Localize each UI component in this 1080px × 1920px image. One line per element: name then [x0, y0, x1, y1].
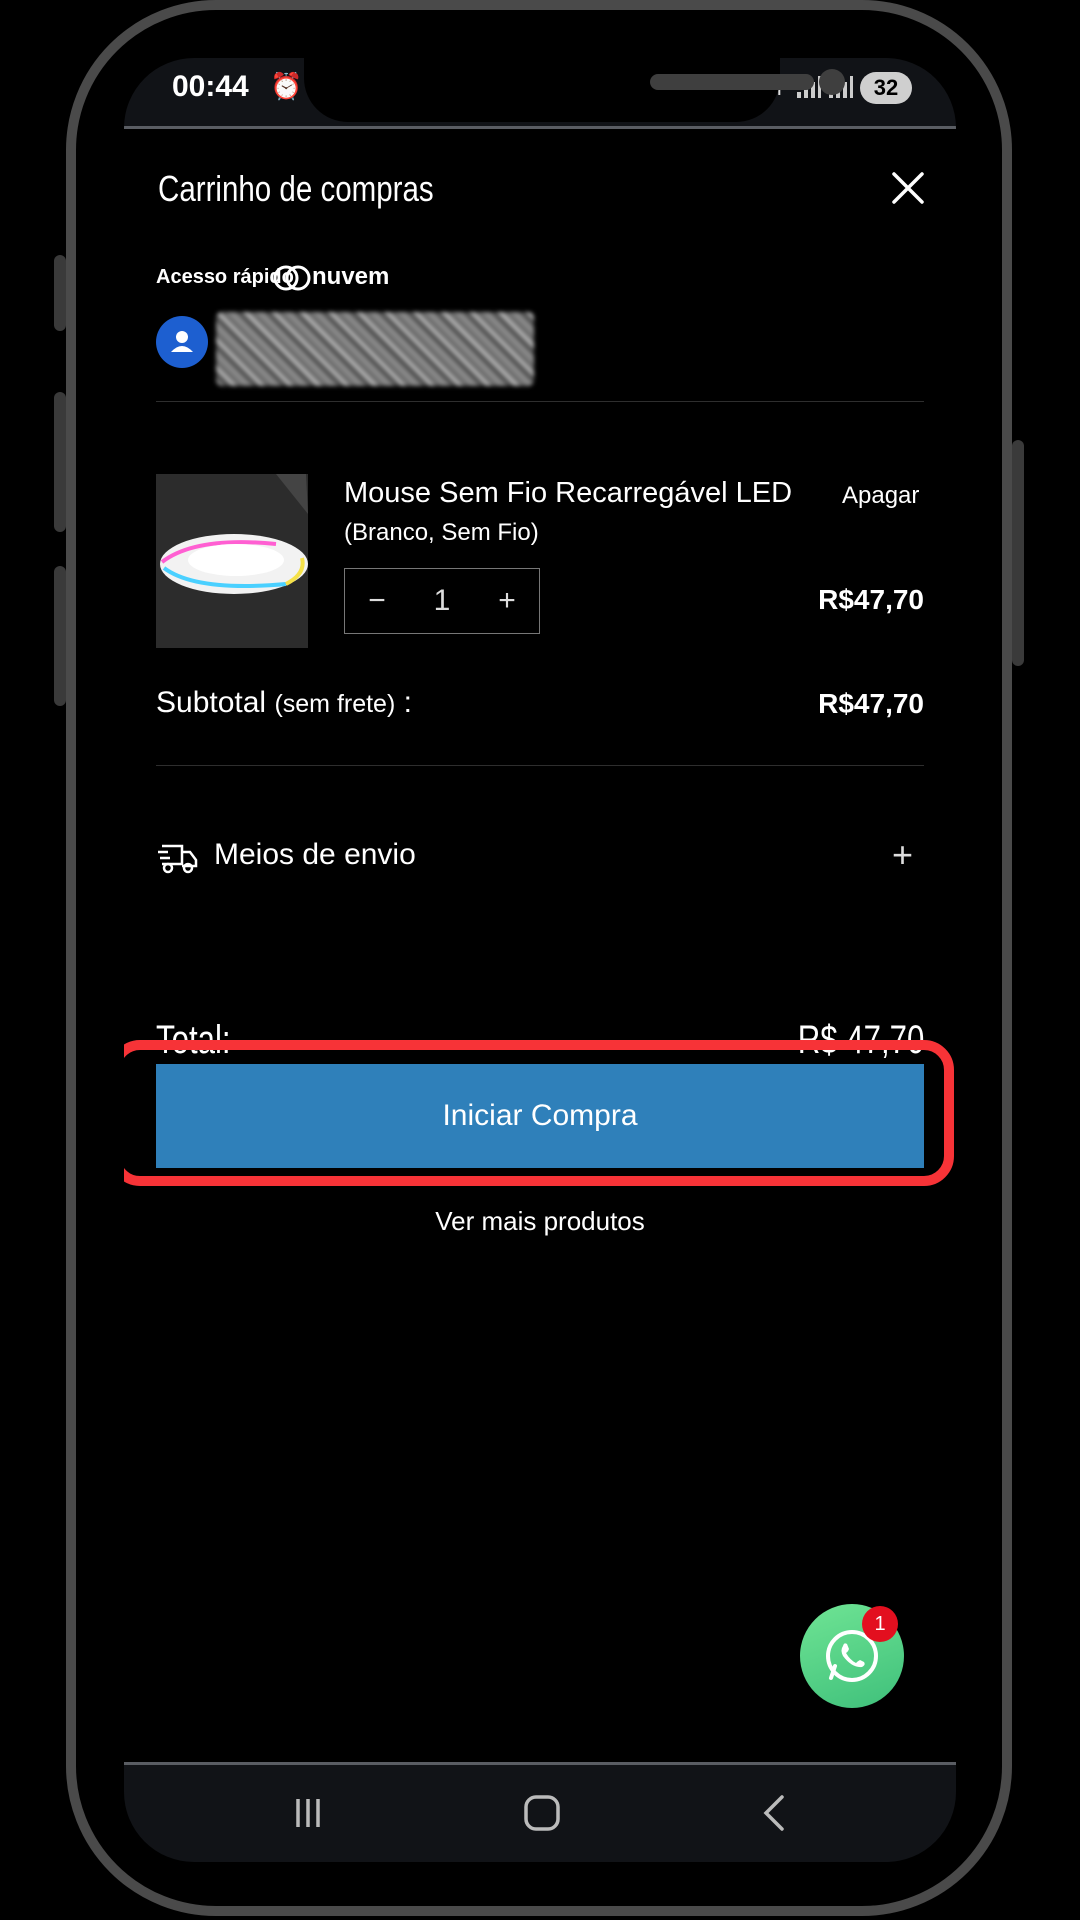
status-bar: 00:44 ⏰ ıll 32	[124, 58, 956, 126]
phone-screen: 00:44 ⏰ ıll 32 Carrinho de compras Acess…	[124, 58, 956, 1862]
home-icon[interactable]	[512, 1783, 572, 1843]
blurred-account-name	[216, 312, 534, 386]
delete-item-button[interactable]: Apagar	[842, 482, 919, 510]
product-variant: (Branco, Sem Fio)	[344, 519, 539, 546]
alarm-icon: ⏰	[270, 72, 303, 102]
divider	[156, 765, 924, 766]
subtotal-note: (sem frete)	[274, 690, 396, 718]
recent-apps-icon[interactable]	[278, 1783, 338, 1843]
total-label: Total:	[156, 1018, 231, 1062]
user-avatar[interactable]	[156, 316, 208, 368]
notch	[304, 58, 845, 122]
expand-shipping-icon[interactable]: +	[892, 834, 913, 876]
quantity-stepper: − 1 +	[344, 568, 540, 634]
product-price: R$47,70	[818, 584, 924, 615]
product-image[interactable]	[156, 474, 308, 648]
truck-icon	[158, 840, 198, 880]
product-title[interactable]: Mouse Sem Fio Recarregável LED (Branco, …	[344, 474, 804, 552]
status-divider	[124, 126, 956, 129]
quantity-value[interactable]: 1	[410, 584, 474, 618]
subtotal-suffix: :	[395, 686, 412, 719]
back-icon[interactable]	[744, 1783, 804, 1843]
start-purchase-button[interactable]: Iniciar Compra	[156, 1064, 924, 1168]
shipping-options-label[interactable]: Meios de envio	[214, 838, 416, 872]
side-button	[54, 255, 66, 331]
whatsapp-badge: 1	[862, 1606, 898, 1642]
nuvem-brand: nuvem	[312, 263, 390, 290]
product-name: Mouse Sem Fio Recarregável LED	[344, 477, 793, 509]
nuvem-logo-icon	[272, 262, 312, 298]
volume-up-button	[54, 392, 66, 532]
battery-indicator: 32	[860, 72, 912, 104]
close-icon[interactable]	[884, 164, 932, 212]
subtotal-label: Subtotal (sem frete) :	[156, 686, 412, 720]
power-button	[1012, 440, 1024, 666]
navigation-bar	[124, 1765, 956, 1862]
speaker	[650, 74, 814, 90]
subtotal-value: R$47,70	[818, 688, 924, 719]
total-value: R$ 47,70	[797, 1018, 924, 1062]
see-more-products-link[interactable]: Ver mais produtos	[124, 1206, 956, 1237]
front-camera	[819, 69, 845, 95]
status-time: 00:44	[172, 70, 249, 103]
cart-title: Carrinho de compras	[158, 168, 434, 209]
divider	[156, 401, 924, 402]
increase-quantity-button[interactable]: +	[475, 584, 539, 618]
subtotal-text: Subtotal	[156, 686, 267, 719]
decrease-quantity-button[interactable]: −	[345, 584, 409, 618]
volume-down-button	[54, 566, 66, 706]
